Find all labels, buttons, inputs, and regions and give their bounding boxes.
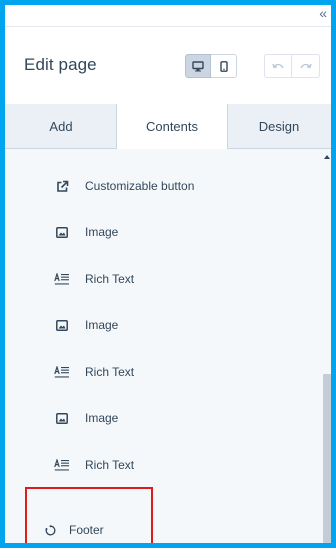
image-icon	[54, 410, 70, 426]
page-title: Edit page	[24, 55, 97, 74]
rich-text-icon	[54, 364, 70, 380]
rich-text-icon	[54, 457, 70, 473]
scrollbar-thumb[interactable]	[323, 374, 331, 543]
module-image[interactable]: Image	[5, 209, 323, 255]
module-label: Rich Text	[85, 365, 135, 379]
image-icon	[54, 317, 70, 333]
editor-sidebar: « Edit page Add Contents Design Customiz…	[5, 5, 331, 543]
sidebar-top-strip: «	[5, 5, 331, 27]
image-icon	[54, 224, 70, 240]
module-image[interactable]: Image	[5, 302, 323, 348]
history-controls	[264, 54, 320, 78]
undo-button[interactable]	[264, 54, 292, 78]
sidebar-tabs: Add Contents Design	[5, 104, 331, 149]
tab-contents[interactable]: Contents	[116, 104, 228, 149]
undo-icon	[271, 63, 284, 68]
mobile-icon	[219, 60, 228, 72]
module-footer[interactable]: Footer	[5, 507, 323, 543]
sidebar-header: Edit page	[5, 27, 331, 105]
module-customizable-button[interactable]: Customizable button	[5, 163, 323, 209]
external-link-icon	[54, 178, 70, 194]
footer-module-icon	[42, 522, 58, 538]
redo-icon	[300, 63, 312, 68]
module-rich-text[interactable]: Rich Text	[5, 442, 323, 488]
module-label: Customizable button	[85, 179, 195, 193]
module-label: Rich Text	[85, 458, 135, 472]
rich-text-icon	[54, 271, 70, 287]
module-rich-text[interactable]: Rich Text	[5, 349, 323, 395]
mobile-view-button[interactable]	[211, 54, 237, 78]
module-label: Footer	[69, 523, 104, 537]
module-image[interactable]: Image	[5, 395, 323, 441]
viewport-toggle	[185, 54, 237, 78]
module-label: Image	[85, 225, 119, 239]
tab-design[interactable]: Design	[227, 104, 331, 148]
scroll-up-arrow-icon[interactable]	[324, 155, 330, 159]
module-label: Image	[85, 318, 119, 332]
module-list: Customizable button Image Rich Text Imag…	[5, 149, 323, 543]
scrollbar[interactable]	[323, 149, 331, 543]
redo-button[interactable]	[292, 54, 320, 78]
module-rich-text[interactable]: Rich Text	[5, 256, 323, 302]
double-chevron-left-icon[interactable]: «	[319, 5, 327, 21]
module-label: Rich Text	[85, 272, 135, 286]
desktop-view-button[interactable]	[185, 54, 211, 78]
desktop-icon	[192, 60, 204, 71]
module-label: Image	[85, 411, 119, 425]
tab-add[interactable]: Add	[5, 104, 117, 148]
